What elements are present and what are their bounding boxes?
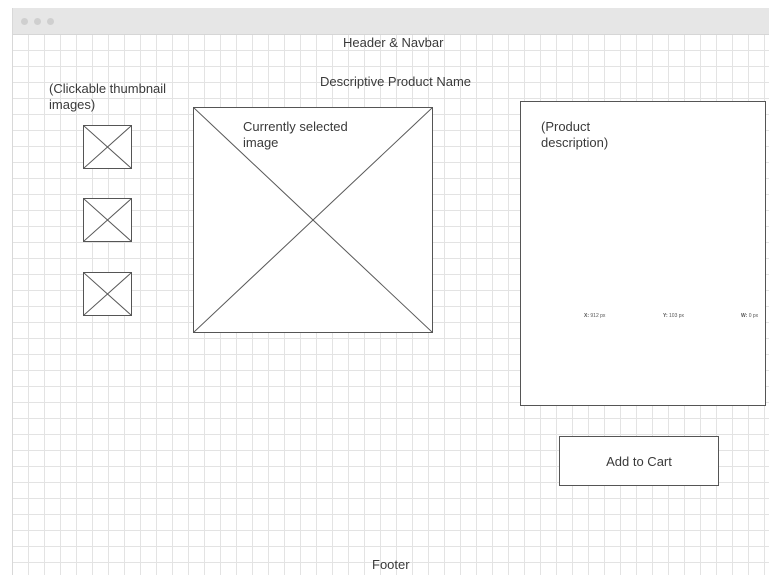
coord-y-value: 103 px [669,313,685,319]
add-to-cart-button[interactable]: Add to Cart [559,436,719,486]
mockup-window: Header & Navbar Descriptive Product Name… [12,8,769,575]
wireframe-canvas: Header & Navbar Descriptive Product Name… [13,35,769,575]
product-description-label: (Product description) [541,119,609,150]
thumbnails-label: (Clickable thumbnail images) [49,81,167,112]
thumbnail-2[interactable] [83,198,132,242]
image-placeholder-icon [84,199,131,241]
coord-x-key: X: [584,313,589,319]
window-maximize-icon[interactable] [47,18,54,25]
window-titlebar [13,8,769,35]
thumbnail-1[interactable] [83,125,132,169]
image-placeholder-icon [84,273,131,315]
coord-x-value: 912 px [590,313,606,319]
coord-y: Y: 103 px [663,313,684,319]
product-name: Descriptive Product Name [320,74,471,89]
selected-image-label: Currently selected image [243,119,348,150]
header-navbar: Header & Navbar [343,35,444,50]
image-placeholder-icon [84,126,131,168]
selected-image: Currently selected image [193,107,433,333]
coord-w-value: 0 px [748,313,759,319]
window-minimize-icon[interactable] [34,18,41,25]
product-description-box: (Product description) X: 912 px Y: 103 p… [520,101,766,406]
window-close-icon[interactable] [21,18,28,25]
coord-w-key: W: [741,313,748,319]
thumbnail-3[interactable] [83,272,132,316]
coord-y-key: Y: [663,313,668,319]
footer: Footer [372,557,410,572]
coord-x: X: 912 px [584,313,605,319]
coord-w: W: 0 px [741,313,758,319]
